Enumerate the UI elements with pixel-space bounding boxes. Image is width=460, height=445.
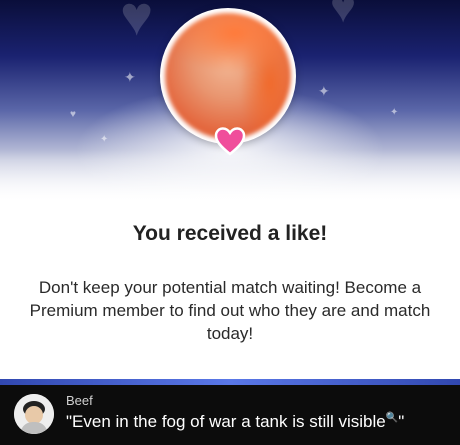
heart-icon [214,127,246,156]
profile-photo-hair [165,13,291,139]
comment-username[interactable]: Beef [66,393,93,408]
sparkle-icon: ✦ [390,107,399,118]
sparkle-icon: ✦ [124,69,136,85]
notification-title: You received a like! [132,222,328,245]
sparkle-icon: ♥ [70,109,76,120]
profile-photo-icon [165,13,291,139]
comment-text-main: "Even in the fog of war a tank is still … [66,412,386,431]
sparkle-icon: ✦ [318,83,330,99]
user-avatar-drawing [14,394,54,434]
decorative-heart-icon: ♥ [120,0,154,47]
liker-avatar[interactable] [160,8,296,144]
magnifier-emoji-icon: 🔍 [385,412,399,424]
comment-text: "Even in the fog of war a tank is still … [66,412,404,432]
decorative-heart-icon: ♥ [330,0,357,32]
comment-bar: Beef "Even in the fog of war a tank is s… [0,385,460,445]
user-avatar-icon[interactable] [14,394,54,434]
notification-message: Don't keep your potential match waiting!… [29,278,431,343]
header-fade [0,150,460,220]
comment-text-close: " [398,412,405,431]
sparkle-icon: ✦ [100,134,109,145]
